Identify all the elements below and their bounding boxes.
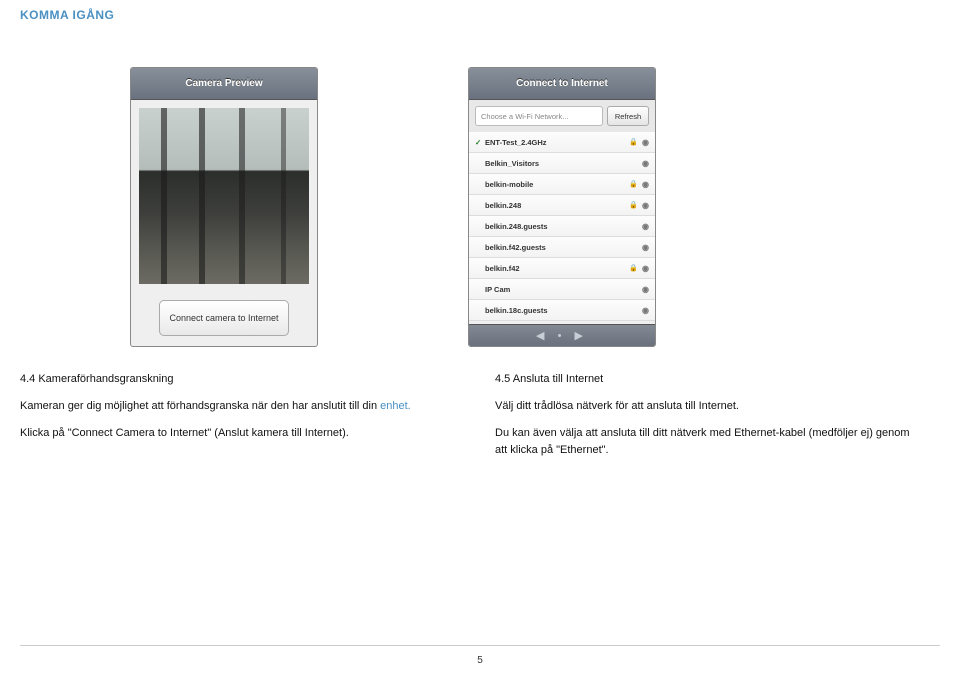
paragraph: Välj ditt trådlösa nätverk för att anslu… bbox=[495, 398, 920, 415]
wifi-signal-icon: ◉ bbox=[642, 285, 649, 294]
wifi-signal-icon: ◉ bbox=[642, 243, 649, 252]
wifi-item[interactable]: belkin.f42.guests ◉ bbox=[469, 237, 655, 258]
section-heading-4-5: 4.5 Ansluta till Internet bbox=[495, 371, 920, 388]
wifi-signal-icon: ◉ bbox=[642, 159, 649, 168]
wifi-item[interactable]: belkin-mobile🔒 ◉ bbox=[469, 174, 655, 195]
lock-icon: 🔒 bbox=[629, 138, 638, 146]
wifi-item[interactable]: belkin.18c.guests ◉ bbox=[469, 300, 655, 321]
lock-icon: 🔒 bbox=[629, 180, 638, 188]
wifi-signal-icon: ◉ bbox=[642, 138, 649, 147]
wifi-signal-icon: ◉ bbox=[642, 264, 649, 273]
wifi-signal-icon: ◉ bbox=[642, 180, 649, 189]
refresh-button[interactable]: Refresh bbox=[607, 106, 649, 126]
pager-dots-icon: ◀ • ▶ bbox=[536, 329, 588, 342]
camera-preview-figure: Camera Preview Connect camera to Interne… bbox=[130, 67, 318, 347]
section-heading-4-4: 4.4 Kameraförhandsgranskning bbox=[20, 371, 445, 388]
figures-row: Camera Preview Connect camera to Interne… bbox=[0, 22, 960, 347]
wifi-ssid: belkin.248.guests bbox=[485, 222, 638, 231]
footer-rule bbox=[20, 645, 940, 646]
wifi-network-select[interactable]: Choose a Wi-Fi Network... bbox=[475, 106, 603, 126]
lock-icon: 🔒 bbox=[629, 201, 638, 209]
wifi-search-row: Choose a Wi-Fi Network... Refresh bbox=[469, 100, 655, 132]
connect-internet-figure: Connect to Internet Choose a Wi-Fi Netwo… bbox=[468, 67, 656, 347]
paragraph: Kameran ger dig möjlighet att förhandsgr… bbox=[20, 398, 445, 415]
wifi-item[interactable]: belkin.f42🔒 ◉ bbox=[469, 258, 655, 279]
wifi-ssid: belkin.18c.guests bbox=[485, 306, 638, 315]
page-header: KOMMA IGÅNG bbox=[0, 0, 960, 22]
lock-icon: 🔒 bbox=[629, 264, 638, 272]
connect-camera-button[interactable]: Connect camera to Internet bbox=[159, 300, 289, 336]
page-number: 5 bbox=[477, 655, 483, 666]
wifi-ssid: Belkin_Visitors bbox=[485, 159, 638, 168]
paragraph: Du kan även välja att ansluta till ditt … bbox=[495, 425, 920, 459]
wifi-signal-icon: ◉ bbox=[642, 306, 649, 315]
wifi-item[interactable]: belkin.248🔒 ◉ bbox=[469, 195, 655, 216]
wifi-ssid: belkin.f42.guests bbox=[485, 243, 638, 252]
camera-preview-title: Camera Preview bbox=[131, 68, 317, 100]
check-icon: ✓ bbox=[475, 138, 485, 147]
wifi-item[interactable]: belkin.248.guests ◉ bbox=[469, 216, 655, 237]
wifi-ssid: belkin.f42 bbox=[485, 264, 629, 273]
connect-internet-title: Connect to Internet bbox=[469, 68, 655, 100]
wifi-ssid: belkin-mobile bbox=[485, 180, 629, 189]
wifi-list: ✓ENT-Test_2.4GHz🔒◉Belkin_Visitors◉belkin… bbox=[469, 132, 655, 324]
wifi-item[interactable]: ✓ENT-Test_2.4GHz🔒 ◉ bbox=[469, 132, 655, 153]
wifi-ssid: IP Cam bbox=[485, 285, 638, 294]
right-column: 4.5 Ansluta till Internet Välj ditt tråd… bbox=[495, 371, 920, 469]
wifi-ssid: ENT-Test_2.4GHz bbox=[485, 138, 629, 147]
camera-preview-image bbox=[139, 108, 309, 284]
wifi-signal-icon: ◉ bbox=[642, 201, 649, 210]
left-column: 4.4 Kameraförhandsgranskning Kameran ger… bbox=[20, 371, 445, 469]
wifi-item[interactable]: IP Cam ◉ bbox=[469, 279, 655, 300]
phone-tabbar: ◀ • ▶ bbox=[469, 324, 655, 346]
wifi-ssid: belkin.248 bbox=[485, 201, 629, 210]
paragraph: Klicka på "Connect Camera to Internet" (… bbox=[20, 425, 445, 442]
text-columns: 4.4 Kameraförhandsgranskning Kameran ger… bbox=[0, 347, 960, 469]
wifi-signal-icon: ◉ bbox=[642, 222, 649, 231]
wifi-item[interactable]: Belkin_Visitors ◉ bbox=[469, 153, 655, 174]
